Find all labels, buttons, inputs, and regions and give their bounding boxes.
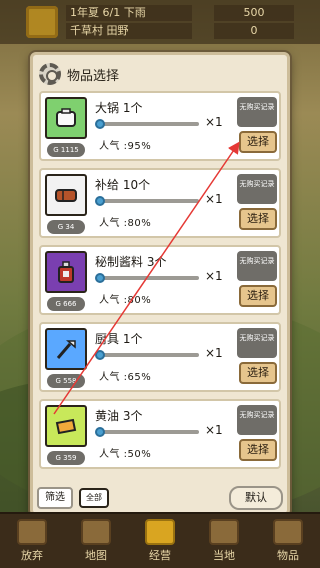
select-button[interactable]: 选择 <box>239 439 277 461</box>
price-badge: G 666 <box>47 297 85 311</box>
all-filter-button[interactable]: 全部 <box>79 488 109 508</box>
item-thumbnail <box>45 328 87 370</box>
dialog-title: 物品选择 <box>67 68 120 84</box>
nav-label: 放弃 <box>21 549 43 562</box>
slider-track <box>99 199 199 203</box>
nav-label: 物品 <box>277 549 299 562</box>
slider-knob[interactable] <box>95 350 105 360</box>
utensil-icon <box>56 340 76 359</box>
no-purchase-record-badge: 无购买记录 <box>237 405 277 435</box>
dialog-footer: 筛选 全部 默认 <box>33 483 287 513</box>
no-purchase-record-badge: 无购买记录 <box>237 251 277 281</box>
slider-track <box>99 353 199 357</box>
item-name: 补给 10个 <box>95 178 151 192</box>
no-purchase-record-badge: 无购买记录 <box>237 97 277 127</box>
quantity-slider[interactable] <box>95 427 199 437</box>
price-badge: G 1115 <box>47 143 85 157</box>
honeycomb-icon <box>26 6 58 38</box>
slider-knob[interactable] <box>95 273 105 283</box>
item-list[interactable]: G 1115 大锅 1个 ×1 人气 :95% 无购买记录 选择 G 34 补给… <box>39 91 281 481</box>
item-thumbnail <box>45 405 87 447</box>
gold-display: 500 <box>214 5 294 21</box>
filter-button[interactable]: 筛选 <box>37 487 73 509</box>
bag-icon <box>273 519 303 545</box>
slider-track <box>99 430 199 434</box>
item-select-dialog: 物品选择 G 1115 大锅 1个 ×1 人气 :95% 无购买记录 选择 G … <box>30 52 290 516</box>
map-icon <box>81 519 111 545</box>
dialog-header: 物品选择 <box>39 61 281 87</box>
quantity-slider[interactable] <box>95 350 199 360</box>
quantity-label: ×1 <box>205 192 223 206</box>
popularity-label: 人气 :95% <box>99 141 152 152</box>
list-item: G 359 黄油 3个 ×1 人气 :50% 无购买记录 选择 <box>39 399 281 469</box>
slider-knob[interactable] <box>95 119 105 129</box>
nav-label: 当地 <box>213 549 235 562</box>
item-thumbnail <box>45 97 87 139</box>
select-button[interactable]: 选择 <box>239 208 277 230</box>
select-button[interactable]: 选择 <box>239 362 277 384</box>
nav-item-manage[interactable]: 经营 <box>133 516 187 566</box>
quantity-label: ×1 <box>205 115 223 129</box>
list-item: G 558 厨具 1个 ×1 人气 :65% 无购买记录 选择 <box>39 322 281 392</box>
undo-icon <box>17 519 47 545</box>
default-sort-button[interactable]: 默认 <box>229 486 283 510</box>
list-item: G 34 补给 10个 ×1 人气 :80% 无购买记录 选择 <box>39 168 281 238</box>
lock-icon <box>209 519 239 545</box>
slider-knob[interactable] <box>95 196 105 206</box>
no-purchase-record-badge: 无购买记录 <box>237 174 277 204</box>
quantity-label: ×1 <box>205 346 223 360</box>
bottom-nav: 放弃 地图 经营 当地 物品 <box>0 512 320 568</box>
popularity-label: 人气 :80% <box>99 218 152 229</box>
slider-knob[interactable] <box>95 427 105 437</box>
slider-track <box>99 276 199 280</box>
item-name: 黄油 3个 <box>95 409 143 423</box>
list-item: G 666 秘制酱料 3个 ×1 人气 :80% 无购买记录 选择 <box>39 245 281 315</box>
coin-stack-icon <box>145 519 175 545</box>
select-button[interactable]: 选择 <box>239 285 277 307</box>
price-badge: G 558 <box>47 374 85 388</box>
item-name: 秘制酱料 3个 <box>95 255 167 269</box>
counter-display: 0 <box>214 23 294 39</box>
popularity-label: 人气 :50% <box>99 449 152 460</box>
date-display: 1年夏 6/1 下雨 <box>66 5 192 21</box>
item-thumbnail <box>45 251 87 293</box>
item-name: 大锅 1个 <box>95 101 143 115</box>
slider-track <box>99 122 199 126</box>
nav-item-items[interactable]: 物品 <box>261 516 315 566</box>
sauce-bottle-icon <box>58 261 74 283</box>
quantity-slider[interactable] <box>95 273 199 283</box>
nav-item-give-up[interactable]: 放弃 <box>5 516 59 566</box>
quantity-slider[interactable] <box>95 196 199 206</box>
nav-item-local[interactable]: 当地 <box>197 516 251 566</box>
nav-item-map[interactable]: 地图 <box>69 516 123 566</box>
no-purchase-record-badge: 无购买记录 <box>237 328 277 358</box>
item-name: 厨具 1个 <box>95 332 143 346</box>
nav-label: 经营 <box>149 549 171 562</box>
location-display: 千草村 田野 <box>66 23 192 39</box>
item-thumbnail <box>45 174 87 216</box>
pot-icon <box>56 108 76 127</box>
quantity-label: ×1 <box>205 269 223 283</box>
select-button[interactable]: 选择 <box>239 131 277 153</box>
list-item: G 1115 大锅 1个 ×1 人气 :95% 无购买记录 选择 <box>39 91 281 161</box>
top-status-bar: 1年夏 6/1 下雨 千草村 田野 500 0 <box>0 0 320 44</box>
supply-icon <box>55 189 77 202</box>
price-badge: G 34 <box>47 220 85 234</box>
gear-icon <box>39 63 61 85</box>
butter-icon <box>55 418 77 435</box>
quantity-slider[interactable] <box>95 119 199 129</box>
price-badge: G 359 <box>47 451 85 465</box>
quantity-label: ×1 <box>205 423 223 437</box>
nav-label: 地图 <box>85 549 107 562</box>
popularity-label: 人气 :65% <box>99 372 152 383</box>
popularity-label: 人气 :80% <box>99 295 152 306</box>
